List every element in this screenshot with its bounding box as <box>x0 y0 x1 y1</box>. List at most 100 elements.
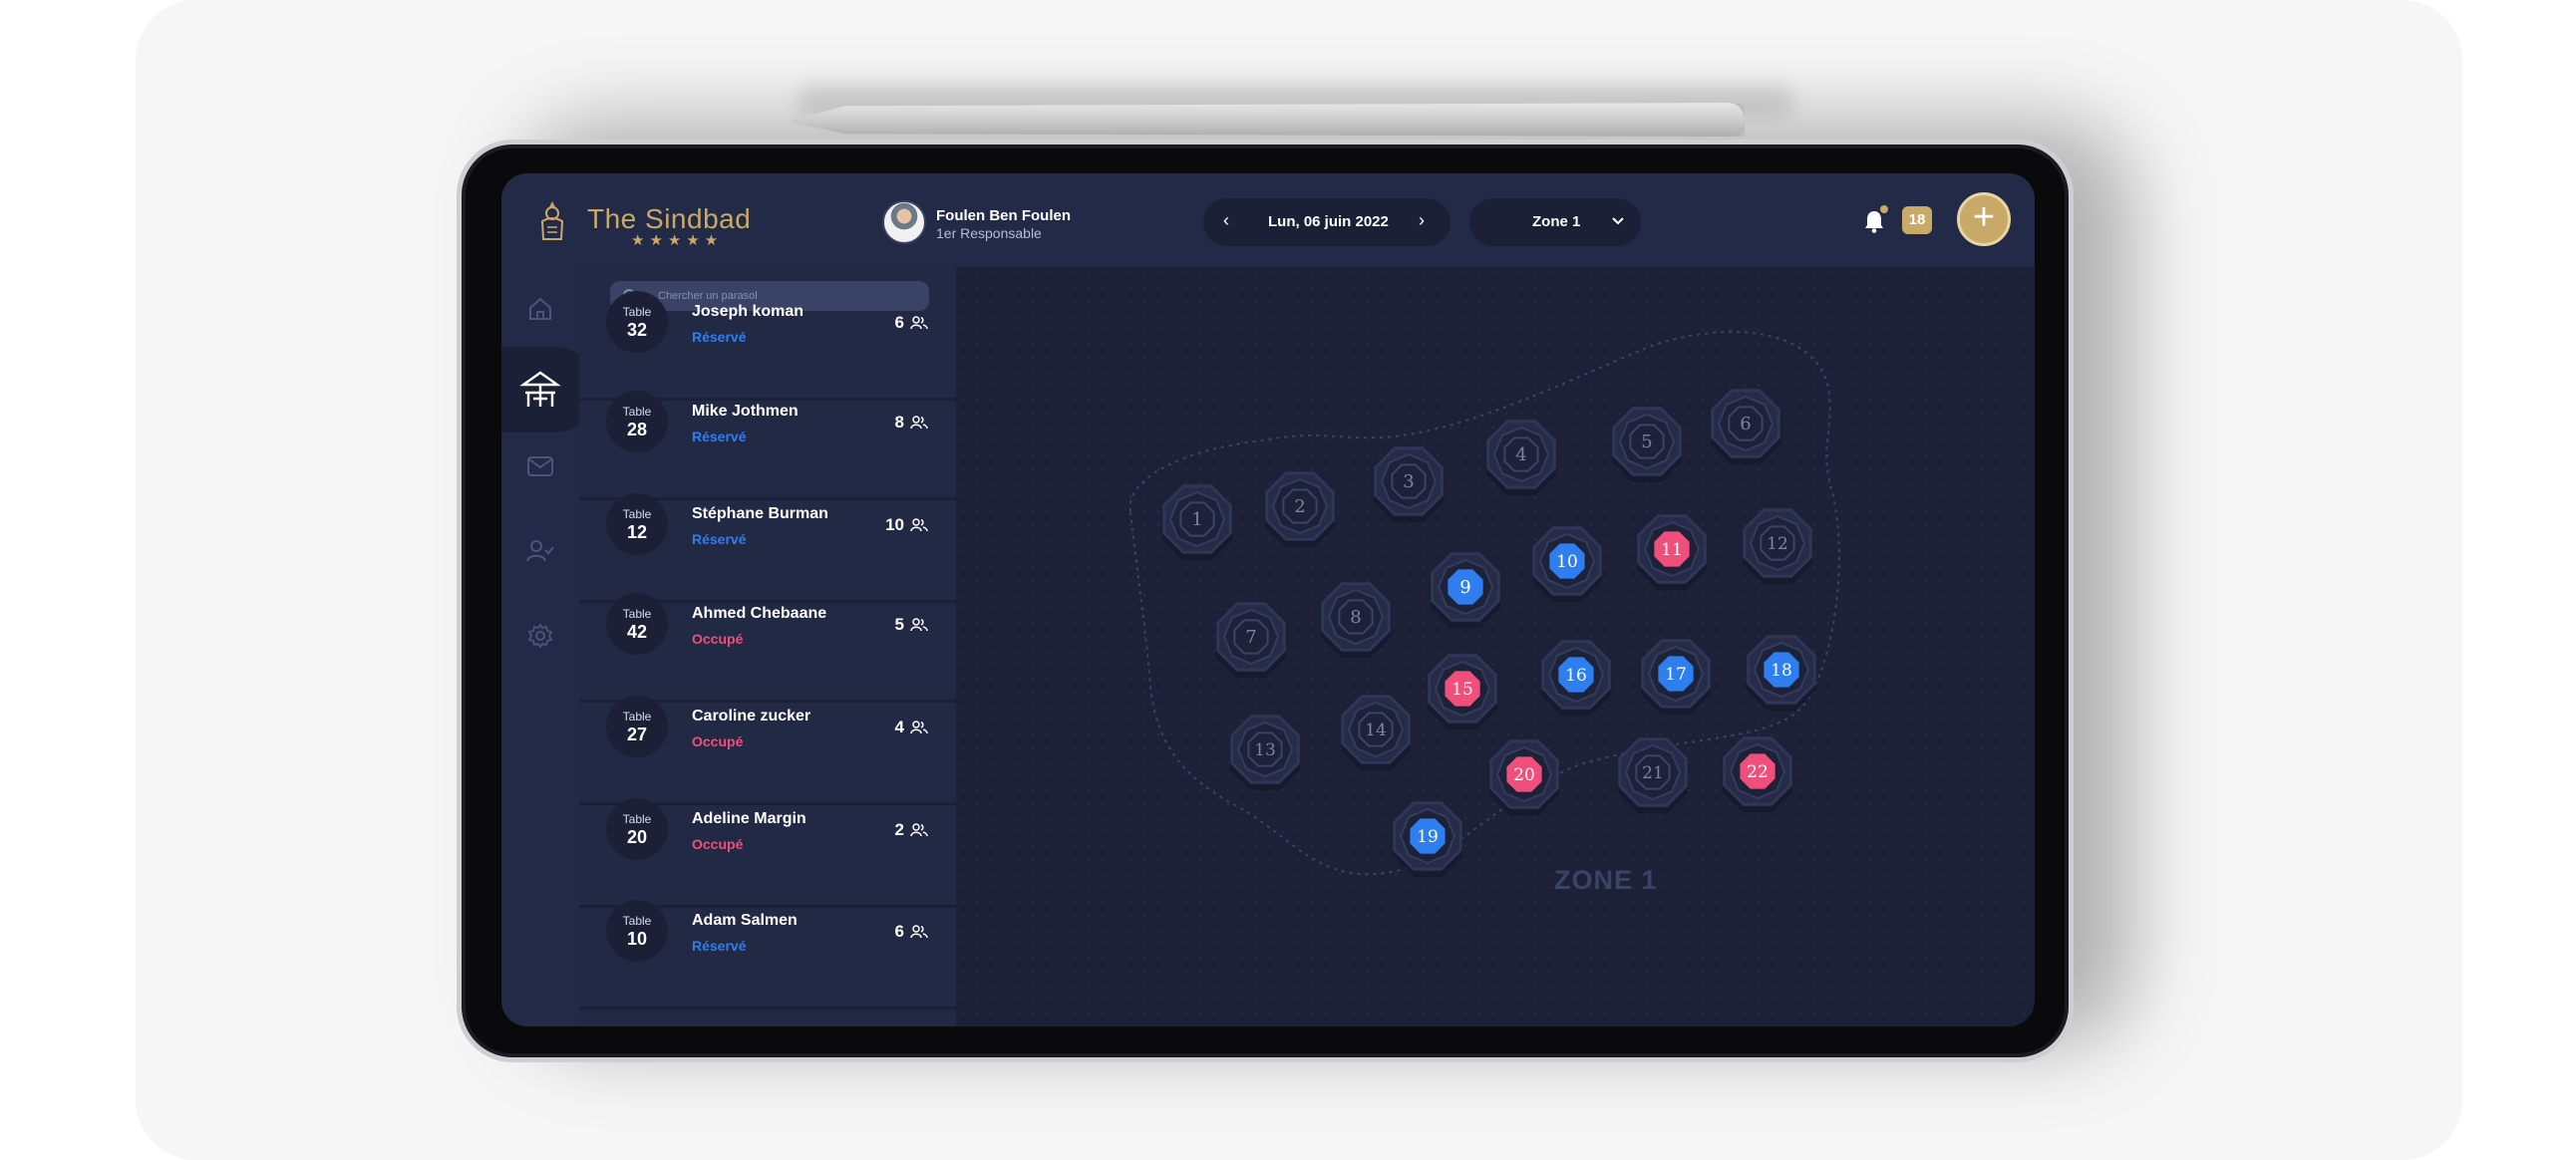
reservation-status: Réservé <box>692 429 747 444</box>
guest-count-value: 2 <box>894 820 904 839</box>
nav-users[interactable] <box>501 521 579 581</box>
map-table-12[interactable]: 12 <box>1742 508 1813 585</box>
people-icon <box>910 316 928 330</box>
chevron-right-icon[interactable]: › <box>1419 210 1425 231</box>
reservation-row[interactable]: Table 32 Joseph koman Réservé 6 <box>579 291 956 401</box>
guest-count-value: 10 <box>885 515 904 534</box>
table-number-label: 4 <box>1515 444 1526 465</box>
map-table-3[interactable]: 3 <box>1373 446 1445 523</box>
map-table-9[interactable]: 9 <box>1430 552 1501 629</box>
guest-count-value: 6 <box>894 313 904 332</box>
map-table-19[interactable]: 19 <box>1392 801 1463 878</box>
parasol-table-icon <box>519 371 561 407</box>
add-button[interactable]: + <box>1957 192 2011 246</box>
map-table-11[interactable]: 11 <box>1636 514 1708 591</box>
nav-settings[interactable] <box>501 606 579 666</box>
table-number-badge: Table 28 <box>606 391 668 452</box>
map-table-13[interactable]: 13 <box>1229 715 1301 791</box>
guest-count-value: 6 <box>894 922 904 941</box>
logo-emblem-icon <box>540 201 564 240</box>
chevron-left-icon[interactable]: ‹ <box>1223 210 1229 231</box>
table-number: 12 <box>626 522 648 542</box>
side-nav <box>501 267 597 1026</box>
reservation-row[interactable]: Table 10 Adam Salmen Réservé 6 <box>579 900 956 1010</box>
app-screen: The Sindbad ★★★★★ Foulen Ben Foulen 1er … <box>501 173 2035 1026</box>
chevron-down-icon <box>1612 217 1624 225</box>
map-table-5[interactable]: 5 <box>1611 407 1683 483</box>
reservation-row[interactable]: Table 20 Adeline Margin Occupé 2 <box>579 798 956 908</box>
guest-name: Caroline zucker <box>692 708 811 725</box>
map-table-7[interactable]: 7 <box>1215 602 1287 679</box>
table-number: 28 <box>626 420 648 439</box>
map-table-6[interactable]: 6 <box>1710 389 1781 465</box>
date-selector: ‹ Lun, 06 juin 2022 › <box>1203 198 1450 246</box>
reservation-status: Réservé <box>692 531 747 547</box>
table-number-badge: Table 42 <box>606 593 668 655</box>
notification-dot <box>1880 205 1888 213</box>
reservation-status: Occupé <box>692 836 744 852</box>
people-icon <box>910 925 928 939</box>
user-role: 1er Responsable <box>936 225 1042 241</box>
table-label: Table <box>622 812 652 826</box>
table-label: Table <box>622 914 652 928</box>
mail-icon <box>527 456 553 476</box>
table-number-label: 11 <box>1661 540 1683 560</box>
people-icon <box>910 416 928 430</box>
table-number-badge: Table 12 <box>606 493 668 555</box>
user-check-icon <box>526 540 554 562</box>
reservation-row[interactable]: Table 12 Stéphane Burman Réservé 10 <box>579 493 956 603</box>
map-table-10[interactable]: 10 <box>1531 526 1603 603</box>
reservation-row[interactable]: Table 28 Mike Jothmen Réservé 8 <box>579 391 956 500</box>
zone-selector[interactable]: Zone 1 <box>1469 198 1641 246</box>
zone-value: Zone 1 <box>1532 213 1581 230</box>
table-number-label: 8 <box>1350 607 1361 628</box>
map-table-18[interactable]: 18 <box>1746 635 1817 712</box>
map-table-21[interactable]: 21 <box>1617 737 1689 814</box>
table-number-label: 20 <box>1513 765 1535 785</box>
map-table-4[interactable]: 4 <box>1485 420 1557 496</box>
table-number-label: 19 <box>1417 827 1439 847</box>
table-label: Table <box>622 710 652 724</box>
map-table-8[interactable]: 8 <box>1320 582 1392 659</box>
table-number-label: 3 <box>1403 471 1414 492</box>
guest-name: Ahmed Chebaane <box>692 605 827 622</box>
avatar[interactable] <box>882 200 926 244</box>
guest-count: 6 <box>895 313 928 333</box>
table-number-label: 13 <box>1254 740 1276 760</box>
table-number-label: 15 <box>1451 680 1473 700</box>
people-icon <box>910 518 928 532</box>
table-number-label: 5 <box>1641 432 1652 452</box>
guest-count: 5 <box>895 615 928 635</box>
map-table-14[interactable]: 14 <box>1340 695 1412 771</box>
map-table-2[interactable]: 2 <box>1264 471 1336 548</box>
floor-map-canvas: 1234567891011 1213141516 17 181920 21 22 <box>1128 331 1840 878</box>
reservation-row[interactable]: Table 27 Caroline zucker Occupé 4 <box>579 696 956 805</box>
map-table-16[interactable]: 16 <box>1540 640 1612 717</box>
map-table-20[interactable]: 20 <box>1488 739 1560 816</box>
rating-stars: ★★★★★ <box>631 232 724 249</box>
notification-badge[interactable]: 18 <box>1902 206 1932 234</box>
reservation-status: Occupé <box>692 733 744 749</box>
table-number-label: 22 <box>1747 762 1769 782</box>
top-bar: The Sindbad ★★★★★ Foulen Ben Foulen 1er … <box>501 173 2035 267</box>
reservation-status: Occupé <box>692 631 744 647</box>
guest-count: 10 <box>885 515 928 535</box>
table-number-badge: Table 27 <box>606 696 668 757</box>
table-number-label: 1 <box>1191 509 1202 530</box>
table-number-label: 21 <box>1642 763 1664 783</box>
nav-messages[interactable] <box>501 436 579 496</box>
guest-count: 4 <box>895 718 928 737</box>
map-table-17[interactable]: 17 <box>1640 639 1712 716</box>
table-number: 27 <box>626 725 648 744</box>
map-table-22[interactable]: 22 <box>1722 736 1793 813</box>
map-table-1[interactable]: 1 <box>1161 484 1233 561</box>
people-icon <box>910 618 928 632</box>
table-number-label: 7 <box>1245 627 1256 648</box>
reservation-row[interactable]: Table 42 Ahmed Chebaane Occupé 5 <box>579 593 956 703</box>
people-icon <box>910 823 928 837</box>
nav-home[interactable] <box>501 279 579 339</box>
table-number: 20 <box>626 827 648 847</box>
map-table-15[interactable]: 15 <box>1427 654 1498 730</box>
reservation-list: Chercher un parasol Table 32 Joseph koman R… <box>579 267 956 1026</box>
table-number-label: 2 <box>1294 496 1305 517</box>
